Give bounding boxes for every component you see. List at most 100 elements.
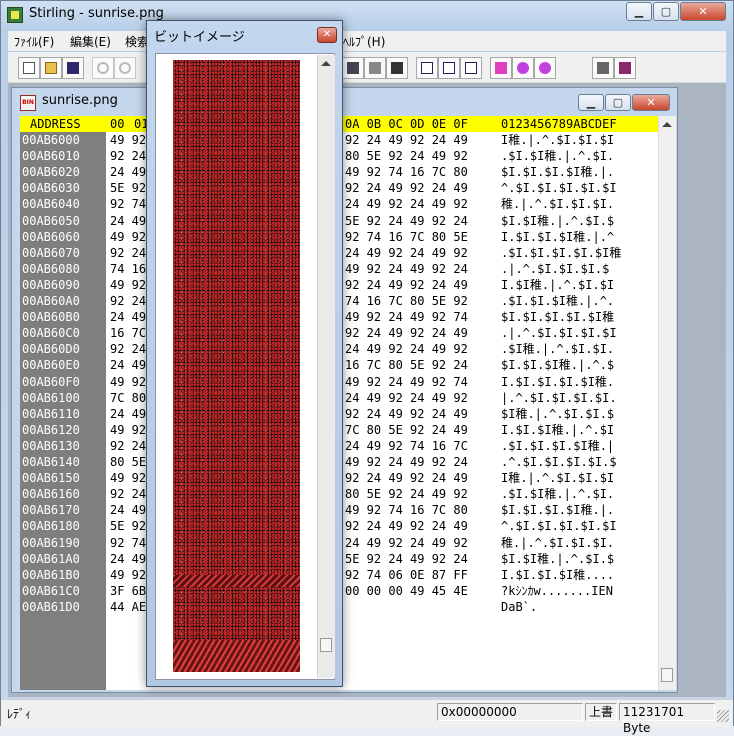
hex-vertical-scrollbar[interactable] xyxy=(658,116,676,690)
doc-close-button[interactable]: ✕ xyxy=(632,94,670,111)
row-hex-start: 16 7C xyxy=(110,326,147,341)
bitmap-image-window[interactable]: ビットイメージ ✕ xyxy=(146,20,343,687)
bitmap-close-button[interactable]: ✕ xyxy=(317,27,337,43)
new-file-button[interactable] xyxy=(18,57,40,79)
row-ascii: |.^.$I.$I.$I.$I. xyxy=(501,390,617,405)
row-hex-start: 49 92 xyxy=(110,277,147,292)
prev-mark-button[interactable] xyxy=(534,57,556,79)
menu-help[interactable]: ﾍﾙﾌﾟ(H) xyxy=(343,33,385,50)
menu-file[interactable]: ﾌｧｲﾙ(F) xyxy=(14,33,54,50)
mark-button[interactable] xyxy=(490,57,512,79)
toolbar xyxy=(8,52,726,83)
row-ascii: $I.$I.$I.$I稚.|. xyxy=(501,503,615,518)
help-book-button[interactable] xyxy=(614,57,636,79)
hex-scroll-thumb[interactable] xyxy=(661,668,673,682)
row-address: 00AB6110 xyxy=(22,406,80,421)
insert-page-button[interactable] xyxy=(416,57,438,79)
row-ascii: $I.$I稚.|.^.$I.$ xyxy=(501,213,615,228)
row-hex-start: 24 49 xyxy=(110,406,147,421)
row-hex-start: 92 24 xyxy=(110,487,147,502)
doc-minimize-button[interactable]: ▁ xyxy=(578,94,604,111)
minimize-button[interactable]: ▁ xyxy=(626,2,652,21)
bookmark-icon xyxy=(391,62,403,74)
row-hex-start: 49 92 xyxy=(110,471,147,486)
header-ascii: 0123456789ABCDEF xyxy=(501,117,617,131)
printer-icon xyxy=(597,62,609,74)
row-hex-end: 00 00 00 49 45 4E xyxy=(345,583,468,598)
row-hex-start: 92 74 xyxy=(110,535,147,550)
row-hex-start: 92 74 xyxy=(110,197,147,212)
hex-document-window: BIN sunrise.png ▁ ▢ ✕ ADDRESS 00 01 0A 0… xyxy=(11,87,678,693)
row-hex-start: 5E 92 xyxy=(110,519,147,534)
header-address: ADDRESS xyxy=(30,117,81,131)
row-address: 00AB6020 xyxy=(22,165,80,180)
row-hex-end: 24 49 92 24 49 92 xyxy=(345,390,468,405)
row-ascii: .$I.$I稚.|.^.$I. xyxy=(501,487,615,502)
scroll-up-arrow-icon[interactable] xyxy=(662,122,672,127)
open-file-button[interactable] xyxy=(40,57,62,79)
row-hex-end: 5E 92 24 49 92 24 xyxy=(345,213,468,228)
row-hex-end: 49 92 24 49 92 24 xyxy=(345,455,468,469)
row-hex-start: 92 24 xyxy=(110,438,147,453)
row-ascii: .^.$I.$I.$I.$I.$ xyxy=(501,455,617,469)
app-icon xyxy=(7,7,23,23)
row-address: 00AB6120 xyxy=(22,422,80,437)
row-ascii: .|.^.$I.$I.$I.$ xyxy=(501,261,610,276)
row-ascii: I.$I稚.|.^.$I.$I xyxy=(501,277,615,292)
print-button[interactable] xyxy=(592,57,614,79)
row-hex-end: 92 24 49 92 24 49 xyxy=(345,326,468,341)
window-title: Stirling - sunrise.png xyxy=(29,6,164,21)
row-address: 00AB60E0 xyxy=(22,358,80,373)
row-hex-end: 5E 92 24 49 92 24 xyxy=(345,551,468,566)
next-mark-button[interactable] xyxy=(512,57,534,79)
row-hex-end: 92 24 49 92 24 49 xyxy=(345,471,468,486)
save-button[interactable] xyxy=(62,57,84,79)
bitmap-scroll-thumb[interactable] xyxy=(320,638,332,652)
row-address: 00AB61D0 xyxy=(22,599,80,614)
book-icon xyxy=(369,62,381,74)
compare-button[interactable] xyxy=(342,57,364,79)
bookmark-button[interactable] xyxy=(386,57,408,79)
menu-bar: ﾌｧｲﾙ(F) 編集(E) 検索 ﾍﾙﾌﾟ(H) xyxy=(8,31,726,51)
close-button[interactable]: ✕ xyxy=(680,2,726,21)
row-hex-end: 92 24 49 92 24 49 xyxy=(345,181,468,196)
doc-maximize-button[interactable]: ▢ xyxy=(605,94,631,111)
row-hex-end: 80 5E 92 24 49 92 xyxy=(345,487,468,502)
row-ascii: .$I稚.|.^.$I.$I. xyxy=(501,342,615,357)
row-address: 00AB6170 xyxy=(22,503,80,518)
resize-grip[interactable] xyxy=(717,710,729,722)
row-hex-start: 80 5E xyxy=(110,455,147,469)
row-address: 00AB6180 xyxy=(22,519,80,534)
row-address: 00AB60C0 xyxy=(22,326,80,341)
row-ascii: DaB`. xyxy=(501,599,538,614)
row-hex-end: 92 74 06 0E 87 FF xyxy=(345,567,468,582)
title-bar[interactable]: Stirling - sunrise.png ▁ ▢ ✕ xyxy=(1,1,733,29)
book-button[interactable] xyxy=(364,57,386,79)
row-hex-end: 92 74 16 7C 80 5E xyxy=(345,229,468,244)
bitmap-scroll-up-icon[interactable] xyxy=(321,61,331,66)
row-ascii: 稚.|.^.$I.$I.$I. xyxy=(501,197,615,212)
mark-icon xyxy=(495,62,507,74)
row-hex-end: 49 92 74 16 7C 80 xyxy=(345,503,468,518)
undo-button[interactable] xyxy=(92,57,114,79)
row-ascii: .|.^.$I.$I.$I.$I xyxy=(501,326,617,341)
row-hex-start: 44 AE xyxy=(110,599,147,614)
status-ready: ﾚﾃﾞｨ xyxy=(7,707,32,721)
row-address: 00AB60B0 xyxy=(22,310,80,325)
row-address: 00AB6080 xyxy=(22,261,80,276)
insert-down-button[interactable] xyxy=(438,57,460,79)
maximize-button[interactable]: ▢ xyxy=(653,2,679,21)
row-hex-start: 49 92 xyxy=(110,374,147,389)
folder-icon xyxy=(45,62,57,74)
bitmap-window-title: ビットイメージ xyxy=(154,30,245,45)
bitmap-vertical-scrollbar[interactable] xyxy=(317,55,335,678)
row-ascii: ^.$I.$I.$I.$I.$I xyxy=(501,519,617,534)
row-hex-end: 7C 80 5E 92 24 49 xyxy=(345,422,468,437)
insert-right-button[interactable] xyxy=(460,57,482,79)
row-hex-start: 7C 80 xyxy=(110,390,147,405)
undo-icon xyxy=(97,62,109,74)
menu-edit[interactable]: 編集(E) xyxy=(70,33,111,50)
bin-file-icon: BIN xyxy=(20,95,36,111)
row-address: 00AB6070 xyxy=(22,245,80,260)
redo-button[interactable] xyxy=(114,57,136,79)
